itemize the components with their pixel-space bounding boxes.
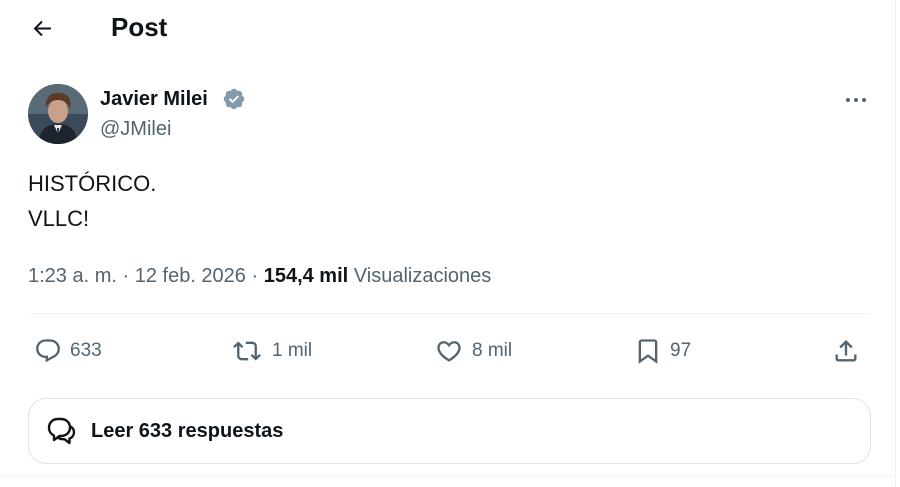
views-count[interactable]: 154,4 mil xyxy=(264,265,349,287)
repost-count: 1 mil xyxy=(272,340,313,361)
post-detail-page: Post Javier Milei @JMilei HISTÓRICO. VLL… xyxy=(0,0,896,487)
repost-icon xyxy=(233,341,261,361)
like-button[interactable]: 8 mil xyxy=(434,334,512,368)
bookmark-icon xyxy=(638,339,658,364)
views-label: Visualizaciones xyxy=(348,265,492,287)
more-horizontal-icon xyxy=(846,98,866,102)
share-button[interactable] xyxy=(832,334,860,368)
reply-count: 633 xyxy=(70,340,102,361)
heart-icon xyxy=(437,341,461,362)
post-metadata: 1:23 a. m. · 12 feb. 2026 · 154,4 mil Vi… xyxy=(28,262,491,290)
author-handle[interactable]: @JMilei xyxy=(100,117,171,141)
verified-badge-icon xyxy=(223,88,245,110)
chat-bubbles-icon xyxy=(47,417,76,445)
repost-button[interactable]: 1 mil xyxy=(230,334,312,368)
divider xyxy=(28,313,870,314)
read-replies-label: Leer 633 respuestas xyxy=(91,419,284,442)
comment-icon xyxy=(36,339,60,363)
post-text-line: HISTÓRICO. xyxy=(28,171,157,196)
divider xyxy=(0,476,896,477)
post-timestamp[interactable]: 1:23 a. m. · 12 feb. 2026 xyxy=(28,265,246,287)
share-icon xyxy=(835,340,857,362)
read-replies-button[interactable]: Leer 633 respuestas xyxy=(28,398,871,464)
avatar[interactable] xyxy=(28,84,88,144)
back-button[interactable] xyxy=(26,11,60,45)
like-count: 8 mil xyxy=(472,340,513,361)
page-header: Post xyxy=(0,0,896,56)
meta-separator: · xyxy=(245,265,264,287)
post-text-line: VLLC! xyxy=(28,206,90,231)
author-name[interactable]: Javier Milei xyxy=(100,87,208,111)
page-title: Post xyxy=(111,12,168,42)
arrow-left-icon xyxy=(33,20,51,37)
avatar-image xyxy=(28,84,88,144)
more-options-button[interactable] xyxy=(838,86,874,114)
reply-button[interactable]: 633 xyxy=(34,334,102,368)
bookmark-button[interactable]: 97 xyxy=(634,334,691,368)
bookmark-count: 97 xyxy=(670,340,692,361)
